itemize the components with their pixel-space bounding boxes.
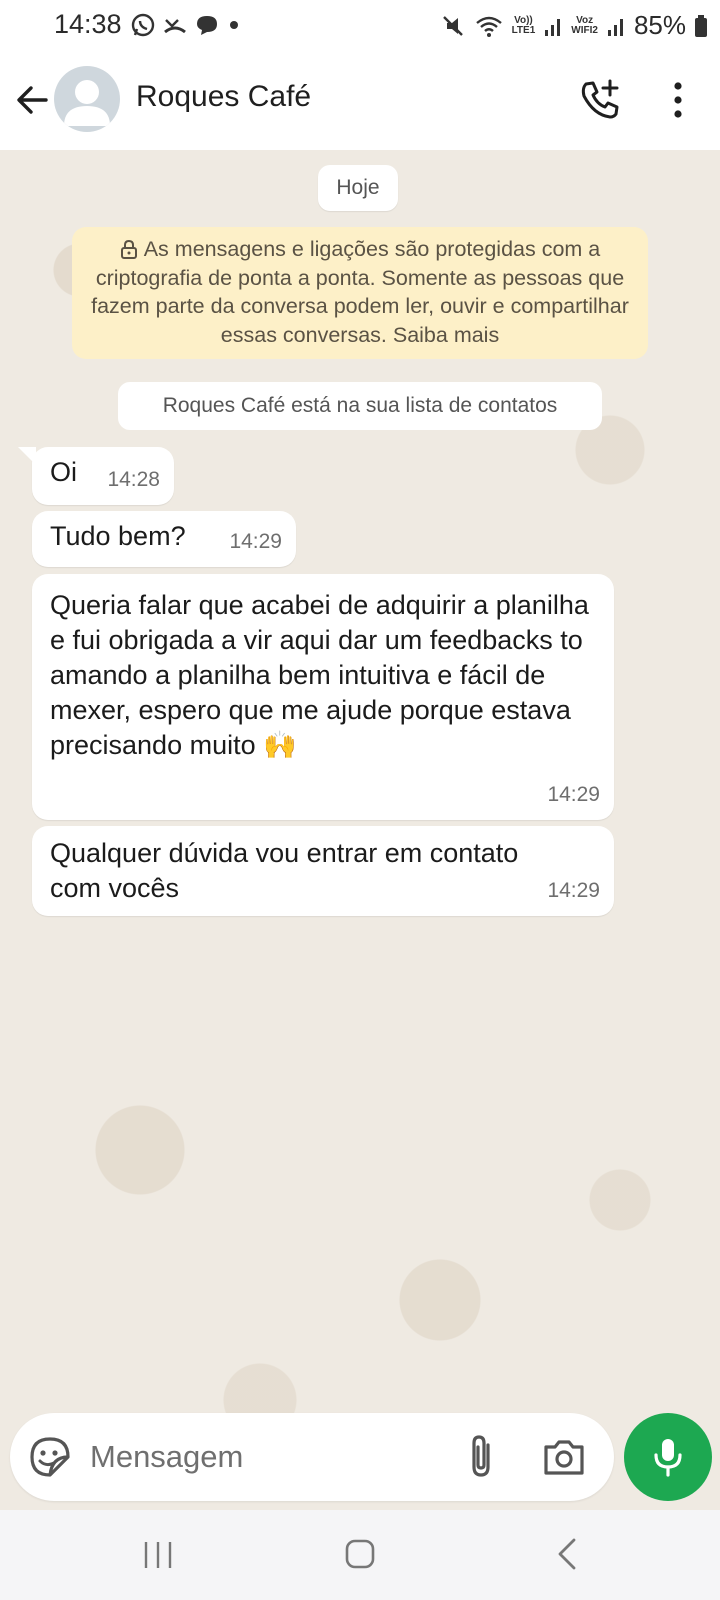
avatar[interactable]: [54, 66, 120, 132]
notification-icons: [130, 12, 242, 38]
bubble-tail: [18, 447, 36, 465]
system-nav-bar: [0, 1510, 720, 1600]
message-text: Qualquer dúvida vou entrar em contato co…: [50, 838, 519, 903]
message-bubble[interactable]: Queria falar que acabei de adquirir a pl…: [32, 574, 614, 820]
contact-notice: Roques Café está na sua lista de contato…: [118, 382, 602, 430]
message-time: 14:28: [107, 468, 160, 491]
camera-button[interactable]: [540, 1435, 588, 1479]
home-button[interactable]: [342, 1536, 378, 1577]
arrow-left-icon: [17, 86, 48, 114]
default-avatar-icon: [64, 80, 110, 126]
add-call-button[interactable]: [578, 78, 622, 122]
encryption-notice-text: As mensagens e ligações são protegidas c…: [91, 237, 629, 347]
volte-label: Vo)) LTE1: [511, 14, 536, 36]
wifi-icon: [475, 16, 502, 37]
message-text: Tudo bem?: [50, 521, 186, 551]
sticker-icon: [30, 1437, 70, 1477]
status-time: 14:38: [54, 9, 122, 39]
message-bubble[interactable]: Oi 14:28: [18, 447, 174, 505]
whatsapp-chat-screen: 14:38 Vo)) LTE1 Voz WIFI2 85% Roques Caf…: [0, 0, 720, 1600]
signal-icon-2: [607, 18, 623, 36]
encryption-notice[interactable]: As mensagens e ligações são protegidas c…: [72, 227, 648, 359]
message-time: 14:29: [229, 530, 282, 553]
camera-icon: [544, 1440, 584, 1475]
message-time: 14:29: [547, 783, 600, 806]
dot-icon: [230, 21, 238, 29]
phone-plus-icon: [581, 79, 619, 119]
attach-button[interactable]: [460, 1433, 504, 1481]
chat-area[interactable]: Hoje As mensagens e ligações são protegi…: [0, 150, 720, 1510]
message-bubble[interactable]: Tudo bem? 14:29: [32, 511, 296, 567]
back-button[interactable]: [14, 82, 50, 118]
vowifi-label: Voz WIFI2: [571, 14, 598, 36]
message-time: 14:29: [547, 879, 600, 902]
battery-icon: [695, 14, 707, 37]
lock-icon: [120, 239, 137, 259]
status-right: Vo)) LTE1 Voz WIFI2 85%: [440, 10, 708, 41]
emoji-button[interactable]: [28, 1435, 72, 1479]
status-bar: 14:38 Vo)) LTE1 Voz WIFI2 85%: [0, 0, 720, 52]
paperclip-icon: [472, 1435, 490, 1477]
message-composer: [10, 1413, 614, 1501]
recents-icon: [144, 1542, 172, 1568]
message-text: Queria falar que acabei de adquirir a pl…: [50, 590, 589, 760]
chevron-left-icon: [558, 1538, 576, 1570]
chat-notification-icon: [197, 16, 217, 35]
nav-back-button[interactable]: [550, 1534, 586, 1579]
message-bubble[interactable]: Qualquer dúvida vou entrar em contato co…: [32, 826, 614, 916]
microphone-icon: [654, 1439, 682, 1477]
more-vert-icon: [674, 82, 682, 118]
message-input[interactable]: [90, 1431, 450, 1483]
voice-message-button[interactable]: [624, 1413, 712, 1501]
home-icon: [345, 1539, 375, 1569]
battery-percent: 85%: [633, 10, 686, 40]
chat-header: Roques Café: [0, 52, 720, 150]
whatsapp-notification-icon: [131, 13, 155, 37]
recents-button[interactable]: [140, 1536, 176, 1577]
message-text: Oi: [50, 457, 77, 487]
signal-icon-1: [545, 18, 561, 36]
missed-call-icon: [164, 19, 186, 34]
more-options-button[interactable]: [658, 78, 698, 122]
mute-icon: [442, 15, 463, 36]
date-divider: Hoje: [318, 165, 398, 211]
contact-name[interactable]: Roques Café: [136, 80, 311, 114]
